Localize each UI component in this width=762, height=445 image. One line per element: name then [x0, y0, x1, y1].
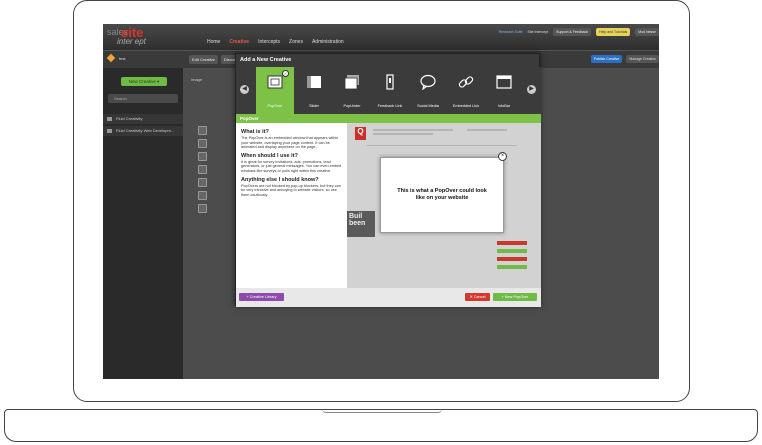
sidebar: New Creative ▾ Search Fluid Creativity F…	[103, 68, 183, 379]
help-tutorials-button[interactable]: Help and Tutorials	[596, 28, 631, 36]
type-slider[interactable]: Slider	[295, 67, 333, 114]
tool-grid-icon[interactable]	[198, 178, 207, 187]
folder-icon	[107, 129, 112, 133]
info-text-else: PopOvers are not blocked by pop-up block…	[241, 183, 341, 197]
app-header: sales site inter ept Home Creative Inter…	[103, 24, 659, 50]
tool-select-icon[interactable]	[198, 126, 207, 135]
preview-button	[497, 241, 527, 245]
preview-site-logo: Q	[355, 127, 366, 140]
sidebar-search-input[interactable]: Search	[108, 94, 178, 103]
type-label: Embedded Link	[452, 104, 480, 108]
type-label: PopUnder	[343, 104, 361, 108]
site-diamond-icon	[106, 53, 116, 63]
type-label: PopOver	[267, 104, 283, 108]
logo-text-bottom: inter ept	[117, 37, 146, 46]
preview-headline: Buil been	[347, 211, 375, 237]
cancel-button[interactable]: ✕ Cancel	[465, 293, 490, 301]
type-feedback-link[interactable]: Feedback Link	[371, 67, 409, 114]
site-selector[interactable]: test	[106, 53, 126, 63]
nav-home[interactable]: Home	[207, 39, 220, 45]
preview-line	[367, 145, 517, 146]
image-tool-label[interactable]: Image	[191, 77, 202, 82]
research-suite-link[interactable]: Research Suite	[499, 30, 523, 34]
type-social-media[interactable]: Social Media	[409, 67, 447, 114]
popover-text: This is what a PopOver could look like o…	[397, 188, 487, 201]
section-title: PopOver	[240, 116, 259, 121]
tool-copy-icon[interactable]	[198, 191, 207, 200]
type-label: Slider	[309, 104, 319, 108]
info-heading-when: When should I use it?	[241, 152, 298, 159]
creative-type-row: ◀ ✓ PopOver Slider PopUnder Feedback Lin…	[236, 67, 541, 114]
tool-text-icon[interactable]	[198, 139, 207, 148]
user-menu-button[interactable]: Mod Nesse	[635, 28, 659, 36]
nav-intercepts[interactable]: Intercepts	[258, 39, 280, 45]
slider-icon	[307, 76, 321, 88]
laptop-notch	[322, 409, 442, 413]
sidebar-item-label: Fluid Creativity	[116, 116, 143, 121]
prev-arrow-icon[interactable]: ◀	[240, 85, 249, 94]
modal-footer: + Creative Library ✕ Cancel + New PopOve…	[236, 288, 541, 307]
preview-button	[497, 249, 527, 253]
preview-button	[497, 265, 527, 269]
preview-line	[373, 129, 453, 131]
main-nav: Home Creative Intercepts Zones Administr…	[207, 39, 344, 45]
sidebar-item-fluid-creativity[interactable]: Fluid Creativity	[103, 114, 183, 124]
popover-icon	[267, 75, 283, 89]
feedback-link-icon	[386, 74, 394, 90]
nav-creative[interactable]: Creative	[229, 39, 249, 45]
sidebar-item-fluid-web[interactable]: Fluid Creativity Web Developm...	[103, 126, 183, 136]
type-infobar[interactable]: InfoBar	[485, 67, 523, 114]
app-screen: sales site inter ept Home Creative Inter…	[103, 24, 659, 379]
info-heading-what: What is it?	[241, 129, 269, 135]
nav-administration[interactable]: Administration	[312, 39, 344, 45]
preview-line	[467, 129, 507, 131]
sidebar-item-label: Fluid Creativity Web Developm...	[116, 128, 175, 133]
selected-check-icon: ✓	[282, 70, 289, 77]
creative-library-button[interactable]: + Creative Library	[239, 293, 284, 301]
toolbar-actions: Edit Creative Discuss	[189, 55, 241, 64]
laptop-base	[4, 409, 758, 442]
new-popover-button[interactable]: + New PopOver	[493, 293, 537, 301]
next-arrow-icon[interactable]: ▶	[527, 85, 536, 94]
speech-bubble-icon	[420, 74, 436, 90]
support-feedback-button[interactable]: Support & Feedback	[553, 28, 592, 36]
tool-layer-icon[interactable]	[198, 204, 207, 213]
salesite-logo[interactable]: sales site inter ept	[107, 25, 165, 47]
tool-rail	[197, 126, 208, 226]
tool-circle-icon[interactable]	[198, 152, 207, 161]
site-intercept-link[interactable]: Site Intercept	[528, 30, 549, 34]
link-icon	[458, 76, 474, 88]
tool-target-icon[interactable]	[198, 165, 207, 174]
folder-icon	[107, 117, 112, 121]
manage-creative-button[interactable]: Manage Creative	[626, 55, 659, 63]
info-text-what: The PopOver is an embedded window that a…	[241, 136, 339, 150]
close-icon[interactable]: ×	[498, 152, 507, 161]
section-header: PopOver	[236, 114, 541, 123]
add-creative-modal: Add a New Creative ◀ ✓ PopOver Slider Po…	[235, 53, 541, 307]
site-name: test	[119, 55, 126, 61]
infobar-icon	[496, 75, 512, 89]
type-embedded-link[interactable]: Embedded Link	[447, 67, 485, 114]
publish-creative-button[interactable]: Publish Creative	[590, 55, 623, 63]
modal-title: Add a New Creative	[240, 57, 292, 63]
type-popover[interactable]: ✓ PopOver	[256, 67, 294, 114]
toolbar-right: Publish Creative Manage Creative	[590, 55, 659, 63]
preview-button	[497, 257, 527, 261]
popunder-icon	[344, 75, 359, 90]
type-popunder[interactable]: PopUnder	[333, 67, 371, 114]
info-text-when: It is great for survey invitations, ads,…	[241, 159, 342, 173]
sample-popover: This is what a PopOver could look like o…	[380, 157, 504, 233]
type-label: Social Media	[417, 104, 439, 108]
new-creative-button[interactable]: New Creative ▾	[121, 77, 167, 86]
nav-zones[interactable]: Zones	[289, 39, 303, 45]
preview-panel: Q Buil been This is what a PopOver could…	[347, 123, 541, 288]
info-panel: What is it? The PopOver is an embedded w…	[236, 123, 347, 288]
type-label: InfoBar	[497, 104, 511, 108]
preview-line	[373, 133, 433, 135]
type-label: Feedback Link	[377, 104, 403, 108]
info-heading-else: Anything else I should know?	[241, 176, 319, 183]
header-right: Research Suite Site Intercept Support & …	[499, 28, 659, 36]
edit-creative-button[interactable]: Edit Creative	[189, 55, 218, 64]
